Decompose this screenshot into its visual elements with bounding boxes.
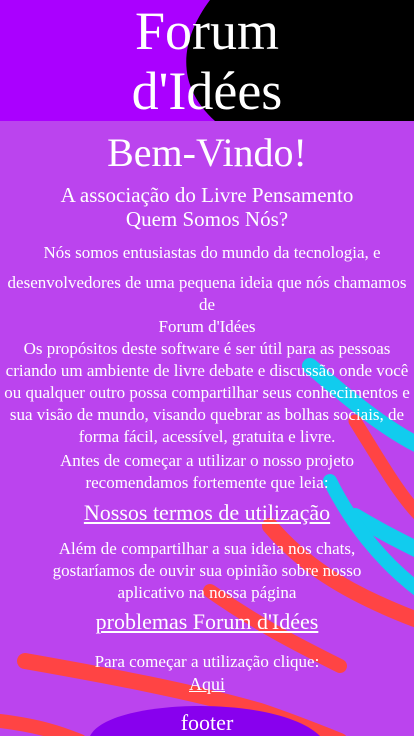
intro-line-2: desenvolvedores de uma pequena ideia que…: [7, 273, 407, 314]
intro-paragraph: Nós somos entusiastas do mundo da tecnol…: [0, 242, 414, 338]
feedback-paragraph: Além de compartilhar a sua ideia nos cha…: [52, 539, 362, 602]
start-prompt: Para começar a utilização clique:: [94, 652, 320, 671]
purpose-paragraph: Os propósitos deste software é ser útil …: [4, 339, 410, 446]
intro-line-1: Nós somos entusiastas do mundo da tecnol…: [43, 243, 381, 262]
brand-title-line1: Forum: [134, 0, 280, 61]
header: Forum d'Idées: [0, 0, 414, 121]
welcome-heading: Bem-Vindo!: [107, 130, 307, 175]
welcome-section: Bem-Vindo! A associação do Livre Pensame…: [0, 121, 414, 695]
problems-page-link[interactable]: problemas Forum d'Idées: [96, 609, 319, 635]
intro-app-name: Forum d'Idées: [158, 317, 256, 336]
brand-title: Forum d'Idées: [0, 0, 414, 121]
footer: footer: [180, 710, 234, 735]
main-content: Bem-Vindo! A associação do Livre Pensame…: [0, 121, 414, 736]
brand-title-line2: d'Idées: [131, 60, 283, 121]
terms-link[interactable]: Nossos termos de utilização: [84, 500, 330, 526]
start-link[interactable]: Aqui: [189, 673, 225, 695]
about-heading: Quem Somos Nós?: [125, 207, 289, 231]
association-subtitle: A associação do Livre Pensamento: [60, 183, 354, 207]
before-use-paragraph: Antes de começar a utilizar o nosso proj…: [59, 451, 355, 492]
